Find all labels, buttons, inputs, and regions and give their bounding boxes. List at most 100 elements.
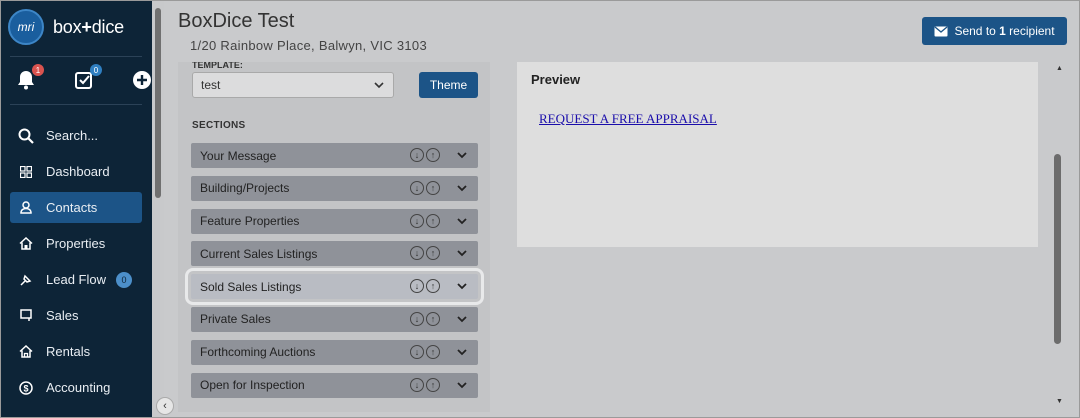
search-icon bbox=[16, 128, 36, 144]
move-up-icon[interactable]: ↑ bbox=[426, 213, 440, 228]
section-row[interactable]: Your Message ↓ ↑ bbox=[191, 143, 478, 168]
sections-heading: SECTIONS bbox=[192, 120, 246, 131]
chevron-down-icon[interactable] bbox=[456, 346, 468, 358]
section-row[interactable]: Building/Projects ↓ ↑ bbox=[191, 175, 478, 201]
move-down-icon[interactable]: ↓ bbox=[410, 246, 424, 261]
sidebar-item-label: Properties bbox=[46, 236, 106, 251]
sidebar-item-lead-flow[interactable]: Lead Flow 0 bbox=[10, 264, 142, 295]
section-row[interactable]: Current Sales Listings ↓ ↑ bbox=[191, 241, 478, 267]
collapse-sidebar-icon[interactable]: ‹ bbox=[156, 397, 174, 415]
move-down-icon[interactable]: ↓ bbox=[410, 344, 424, 359]
lead-flow-badge: 0 bbox=[115, 271, 132, 288]
move-up-icon[interactable]: ↑ bbox=[426, 279, 440, 294]
scroll-down-icon[interactable]: ▼ bbox=[1056, 398, 1063, 405]
sidebar-item-label: Sales bbox=[46, 308, 79, 323]
page-title: BoxDice Test bbox=[178, 10, 295, 32]
page-subtitle: 1/20 Rainbow Place, Balwyn, VIC 3103 bbox=[190, 38, 427, 53]
section-row[interactable]: Forthcoming Auctions ↓ ↑ bbox=[191, 339, 478, 365]
section-label: Your Message bbox=[200, 148, 277, 163]
sidebar-divider bbox=[10, 104, 142, 105]
newsletter-config-panel: TEMPLATE: test Theme SECTIONS Your Messa… bbox=[178, 62, 490, 412]
move-up-icon[interactable]: ↑ bbox=[426, 311, 440, 326]
move-up-icon[interactable]: ↑ bbox=[426, 377, 440, 392]
sidebar-item-label: Rentals bbox=[46, 344, 91, 359]
preview-panel: Preview REQUEST A FREE APPRAISAL bbox=[517, 62, 1038, 247]
sidebar-item-rentals[interactable]: Rentals bbox=[10, 336, 142, 367]
template-select[interactable]: test bbox=[192, 72, 394, 98]
move-down-icon[interactable]: ↓ bbox=[410, 279, 424, 294]
sidebar-item-label: Accounting bbox=[46, 380, 111, 395]
move-up-icon[interactable]: ↑ bbox=[426, 344, 440, 359]
page-header: BoxDice Test 1/20 Rainbow Place, Balwyn,… bbox=[164, 0, 1080, 62]
tasks-icon[interactable]: 0 bbox=[72, 64, 102, 92]
sidebar-item-properties[interactable]: Properties bbox=[10, 228, 142, 259]
move-down-icon[interactable]: ↓ bbox=[410, 311, 424, 326]
accounting-icon: $ bbox=[16, 380, 36, 396]
dashboard-icon bbox=[16, 164, 36, 180]
section-label: Private Sales bbox=[200, 312, 271, 327]
sidebar-item-label: Search... bbox=[46, 128, 99, 143]
main-scroll-thumb[interactable] bbox=[1054, 154, 1061, 344]
move-down-icon[interactable]: ↓ bbox=[410, 213, 424, 228]
send-button-label: Send to 1 recipient bbox=[954, 24, 1055, 38]
move-down-icon[interactable]: ↓ bbox=[410, 180, 424, 195]
sidebar-quick-actions: 1 0 bbox=[14, 64, 154, 92]
tasks-badge: 0 bbox=[90, 64, 102, 76]
sidebar-item-label: Lead Flow bbox=[46, 272, 106, 287]
sidebar-item-dashboard[interactable]: Dashboard bbox=[10, 156, 142, 187]
sidebar-item-sales[interactable]: Sales bbox=[10, 300, 142, 331]
properties-icon bbox=[16, 236, 36, 252]
chevron-down-icon[interactable] bbox=[456, 149, 468, 161]
sidebar-item-label: Contacts bbox=[46, 200, 98, 215]
send-button[interactable]: Send to 1 recipient bbox=[922, 17, 1067, 45]
move-down-icon[interactable]: ↓ bbox=[410, 148, 424, 162]
section-controls: ↓ ↑ bbox=[410, 279, 468, 294]
sections-list: Your Message ↓ ↑ Building/Projects ↓ ↑ Feature… bbox=[185, 143, 484, 405]
section-row[interactable]: Feature Properties ↓ ↑ bbox=[191, 208, 478, 234]
notifications-icon[interactable]: 1 bbox=[14, 64, 44, 92]
section-controls: ↓ ↑ bbox=[410, 344, 468, 359]
move-up-icon[interactable]: ↑ bbox=[426, 180, 440, 195]
theme-button[interactable]: Theme bbox=[419, 72, 478, 98]
section-label: Building/Projects bbox=[200, 181, 290, 196]
chevron-down-icon[interactable] bbox=[456, 182, 468, 194]
sidebar-item-search[interactable]: Search... bbox=[10, 120, 142, 151]
add-icon[interactable] bbox=[130, 68, 154, 92]
sidebar-item-contacts[interactable]: Contacts bbox=[10, 192, 142, 223]
contacts-icon bbox=[16, 200, 36, 216]
sidebar-item-accounting[interactable]: $ Accounting bbox=[10, 372, 142, 403]
request-appraisal-link[interactable]: REQUEST A FREE APPRAISAL bbox=[539, 111, 717, 127]
section-label: Open for Inspection bbox=[200, 378, 305, 393]
sidebar: mri box+dice 1 0 Search... Dashboard Conta… bbox=[0, 0, 152, 418]
section-controls: ↓ ↑ bbox=[410, 180, 468, 195]
section-row[interactable]: Open for Inspection ↓ ↑ bbox=[191, 372, 478, 398]
scroll-up-icon[interactable]: ▲ bbox=[1056, 65, 1063, 72]
move-up-icon[interactable]: ↑ bbox=[426, 148, 440, 162]
sidebar-scroll-thumb[interactable] bbox=[155, 8, 161, 198]
sales-icon bbox=[16, 308, 36, 324]
chevron-down-icon[interactable] bbox=[456, 247, 468, 259]
section-row[interactable]: Sold Sales Listings ↓ ↑ bbox=[185, 268, 484, 306]
move-up-icon[interactable]: ↑ bbox=[426, 246, 440, 261]
chevron-down-icon[interactable] bbox=[456, 280, 468, 292]
chevron-down-icon[interactable] bbox=[456, 215, 468, 227]
section-row[interactable]: Private Sales ↓ ↑ bbox=[191, 306, 478, 332]
template-label: TEMPLATE: bbox=[192, 62, 243, 70]
chevron-down-icon bbox=[374, 82, 384, 89]
section-controls: ↓ ↑ bbox=[410, 213, 468, 228]
move-down-icon[interactable]: ↓ bbox=[410, 377, 424, 392]
section-controls: ↓ ↑ bbox=[410, 377, 468, 392]
chevron-down-icon[interactable] bbox=[456, 313, 468, 325]
rentals-icon bbox=[16, 344, 36, 360]
section-label: Forthcoming Auctions bbox=[200, 345, 316, 360]
brand-logo[interactable]: mri box+dice bbox=[8, 9, 124, 45]
section-label: Sold Sales Listings bbox=[200, 279, 302, 294]
chevron-down-icon[interactable] bbox=[456, 379, 468, 391]
preview-area: Preview REQUEST A FREE APPRAISAL bbox=[490, 62, 1050, 412]
section-label: Feature Properties bbox=[200, 214, 300, 229]
main-scrollbar[interactable]: ▲ ▼ bbox=[1050, 62, 1070, 412]
section-controls: ↓ ↑ bbox=[410, 311, 468, 326]
notifications-badge: 1 bbox=[32, 64, 44, 76]
envelope-icon bbox=[934, 26, 948, 36]
sidebar-scrollbar[interactable] bbox=[152, 0, 164, 418]
